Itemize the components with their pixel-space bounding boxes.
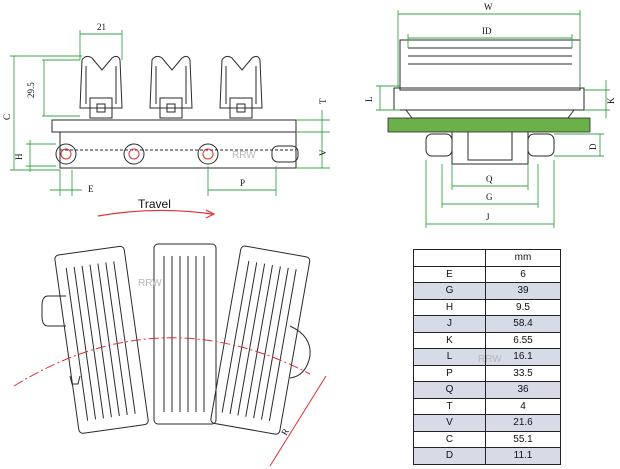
row-value: 6	[485, 265, 561, 283]
row-dim: J	[413, 315, 486, 333]
table-row: K 6.55	[413, 331, 561, 349]
top-plate-right	[210, 245, 311, 435]
dim-21-label: 21	[97, 22, 106, 32]
row-value: 11.1	[485, 447, 561, 465]
dim-g-label: G	[486, 192, 493, 202]
row-value: 36	[485, 381, 561, 399]
dim-q-label: Q	[486, 174, 493, 184]
row-dim: G	[413, 282, 486, 300]
table-row: H 9.5	[413, 298, 561, 316]
chain-top-plate	[51, 119, 297, 133]
side-view-drawing: 21 29.5 C T V H E P Travel RRW	[2, 22, 330, 219]
table-row: V 21.6	[413, 414, 561, 432]
pin-2	[123, 143, 145, 165]
radius-arc	[13, 337, 311, 387]
end-flange	[393, 87, 585, 111]
table-row: T4	[413, 397, 561, 415]
dim-h-label: H	[14, 153, 24, 160]
gripper-3	[219, 55, 263, 119]
dim-j-label: J	[486, 212, 490, 222]
table-row: D 11.1	[413, 447, 561, 465]
row-value: 33.5	[485, 364, 561, 382]
dim-c-label: C	[2, 114, 12, 120]
watermark-table: RRW	[478, 354, 502, 365]
top-plate-center	[153, 243, 217, 425]
table-row: J 58.4	[413, 315, 561, 333]
header-dim	[413, 249, 486, 267]
row-dim: T	[413, 397, 486, 415]
gripper-1	[79, 55, 123, 119]
top-plate-left	[54, 245, 149, 434]
green-support-plate	[387, 117, 591, 133]
row-dim: E	[413, 265, 486, 283]
table-watermark: RRW	[478, 354, 502, 365]
dim-k-label: K	[606, 97, 616, 104]
row-dim: K	[413, 331, 486, 349]
row-value: 4	[485, 397, 561, 415]
row-dim: P	[413, 364, 486, 382]
table-row: P 33.5	[413, 364, 561, 382]
row-dim: C	[413, 430, 486, 448]
header-mm: mm	[485, 249, 561, 267]
top-view-drawing: R RRW	[13, 243, 327, 467]
pin-3	[197, 143, 219, 165]
row-value: 39	[485, 282, 561, 300]
dim-p-label: P	[240, 178, 245, 188]
row-dim: D	[413, 447, 486, 465]
dim-e-label: E	[88, 184, 94, 194]
gripper-2	[149, 55, 193, 119]
dim-id-label: ID	[482, 26, 492, 36]
travel-label: Travel	[138, 197, 171, 211]
table-row: G 39	[413, 282, 561, 300]
dim-d-label: D	[588, 143, 598, 150]
table-row: Q 36	[413, 381, 561, 399]
pin-1	[55, 143, 77, 165]
row-dim: H	[413, 298, 486, 316]
row-value: 21.6	[485, 414, 561, 432]
row-value: 9.5	[485, 298, 561, 316]
dim-v-label: V	[318, 149, 328, 156]
row-value: 58.4	[485, 315, 561, 333]
end-view-drawing: W ID L K D Q G J	[364, 2, 616, 228]
row-value: 6.55	[485, 331, 561, 349]
dim-t-label: T	[318, 98, 328, 104]
table-row: E6	[413, 265, 561, 283]
row-dim: V	[413, 414, 486, 432]
table-header-row: mm	[413, 249, 561, 267]
row-dim: Q	[413, 381, 486, 399]
dim-29-5-label: 29.5	[26, 82, 36, 98]
row-dim: L	[413, 348, 486, 366]
travel-arrow	[97, 209, 213, 217]
table-row: C 55.1	[413, 430, 561, 448]
dim-l-label: L	[364, 97, 374, 103]
radius-line	[269, 375, 327, 467]
row-value: 55.1	[485, 430, 561, 448]
watermark-side: RRW	[232, 150, 256, 161]
dim-w-label: W	[484, 2, 493, 12]
watermark-top: RRW	[138, 278, 162, 289]
